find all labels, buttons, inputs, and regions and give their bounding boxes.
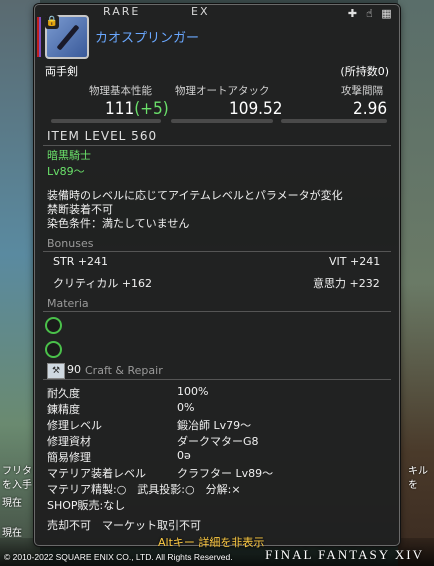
materia-title: Materia: [47, 297, 89, 310]
hand-icon[interactable]: ☝: [363, 7, 376, 20]
craft-value: 鍛冶師 Lv79～: [177, 419, 252, 432]
craft-value: 0ə: [177, 449, 191, 462]
materia-slot[interactable]: [45, 317, 62, 334]
left-fragment: 現在: [2, 498, 22, 509]
craft-key: 修理レベル: [47, 419, 102, 432]
auto-attack-value: 109.52: [229, 99, 283, 119]
craft-key: マテリア装着レベル: [47, 467, 146, 480]
bonuses-title: Bonuses: [47, 237, 94, 250]
game-logo: FINAL FANTASY XIV: [265, 547, 424, 562]
craft-title: Craft & Repair: [85, 364, 163, 377]
ex-label: EX: [191, 5, 210, 18]
left-fragment: フリタ: [2, 466, 32, 477]
right-fragment: キル: [408, 466, 428, 477]
craft-value: クラフター Lv89～: [177, 467, 274, 480]
materia-properties: マテリア精製:○ 武具投影:○ 分解:×: [47, 483, 241, 496]
item-tooltip: RARE EX ✚ ☝ ▦ 🔒 カオスプリンガー 両手剣 (所持数0) 物理基本…: [34, 4, 400, 546]
physical-damage-value: 111(+5): [105, 99, 169, 119]
left-fragment: 現在: [2, 528, 22, 539]
alt-key-hint: Altキー 詳細を非表示: [158, 536, 265, 549]
auto-attack-label: 物理オートアタック: [175, 85, 270, 97]
bonus-item: VIT +241: [329, 255, 381, 268]
divider: [43, 379, 391, 380]
item-name: カオスプリンガー: [95, 31, 200, 46]
trade-info: 売却不可 マーケット取引不可: [47, 519, 201, 532]
right-fragment: を: [408, 480, 418, 491]
left-fragment: を入手: [2, 480, 32, 491]
craft-level: 90: [67, 363, 81, 376]
tooltip-toolbar: ✚ ☝ ▦: [346, 7, 393, 20]
sword-icon: [56, 24, 80, 51]
item-level: ITEM LEVEL 560: [47, 129, 158, 143]
physical-damage-number: 111: [105, 99, 135, 119]
divider: [43, 145, 391, 146]
delay-bar: [281, 119, 387, 123]
job-label: 暗黒騎士: [47, 149, 91, 162]
bonus-item: STR +241: [53, 255, 109, 268]
item-category: 両手剣: [45, 65, 78, 78]
craft-value: 100%: [177, 385, 209, 398]
shop-info: SHOP販売:なし: [47, 499, 126, 512]
bonus-item: 意思力 +232: [313, 277, 380, 290]
owned-count: (所持数0): [340, 65, 389, 78]
bonus-item: クリティカル +162: [53, 277, 153, 290]
craft-key: 修理資材: [47, 435, 91, 448]
craft-value: ダークマターG8: [177, 435, 259, 448]
hammer-icon: ⚒: [47, 363, 65, 379]
item-icon[interactable]: 🔒: [45, 15, 89, 59]
level-requirement: Lv89～: [47, 165, 85, 178]
craft-key: 錬精度: [47, 403, 80, 416]
auto-attack-bar: [171, 119, 273, 123]
divider: [43, 311, 391, 312]
inventory-icon[interactable]: ▦: [380, 7, 393, 20]
divider: [43, 251, 391, 252]
description-line: 染色条件：満たしていません: [47, 217, 190, 230]
physical-damage-bonus: (+5): [134, 99, 169, 119]
craft-key: 耐久度: [47, 387, 80, 400]
craft-value: 0%: [177, 401, 195, 414]
rarity-label: RARE: [103, 5, 141, 18]
delay-value: 2.96: [353, 99, 388, 119]
materia-slot[interactable]: [45, 341, 62, 358]
delay-label: 攻撃間隔: [341, 85, 383, 97]
physical-damage-label: 物理基本性能: [89, 85, 152, 97]
copyright: © 2010-2022 SQUARE ENIX CO., LTD. All Ri…: [4, 552, 233, 562]
rarity-color-bar: [37, 17, 41, 57]
physical-damage-bar: [51, 119, 161, 123]
craft-key: 簡易修理: [47, 451, 91, 464]
plus-icon[interactable]: ✚: [346, 7, 359, 20]
lock-icon: 🔒: [45, 15, 59, 29]
